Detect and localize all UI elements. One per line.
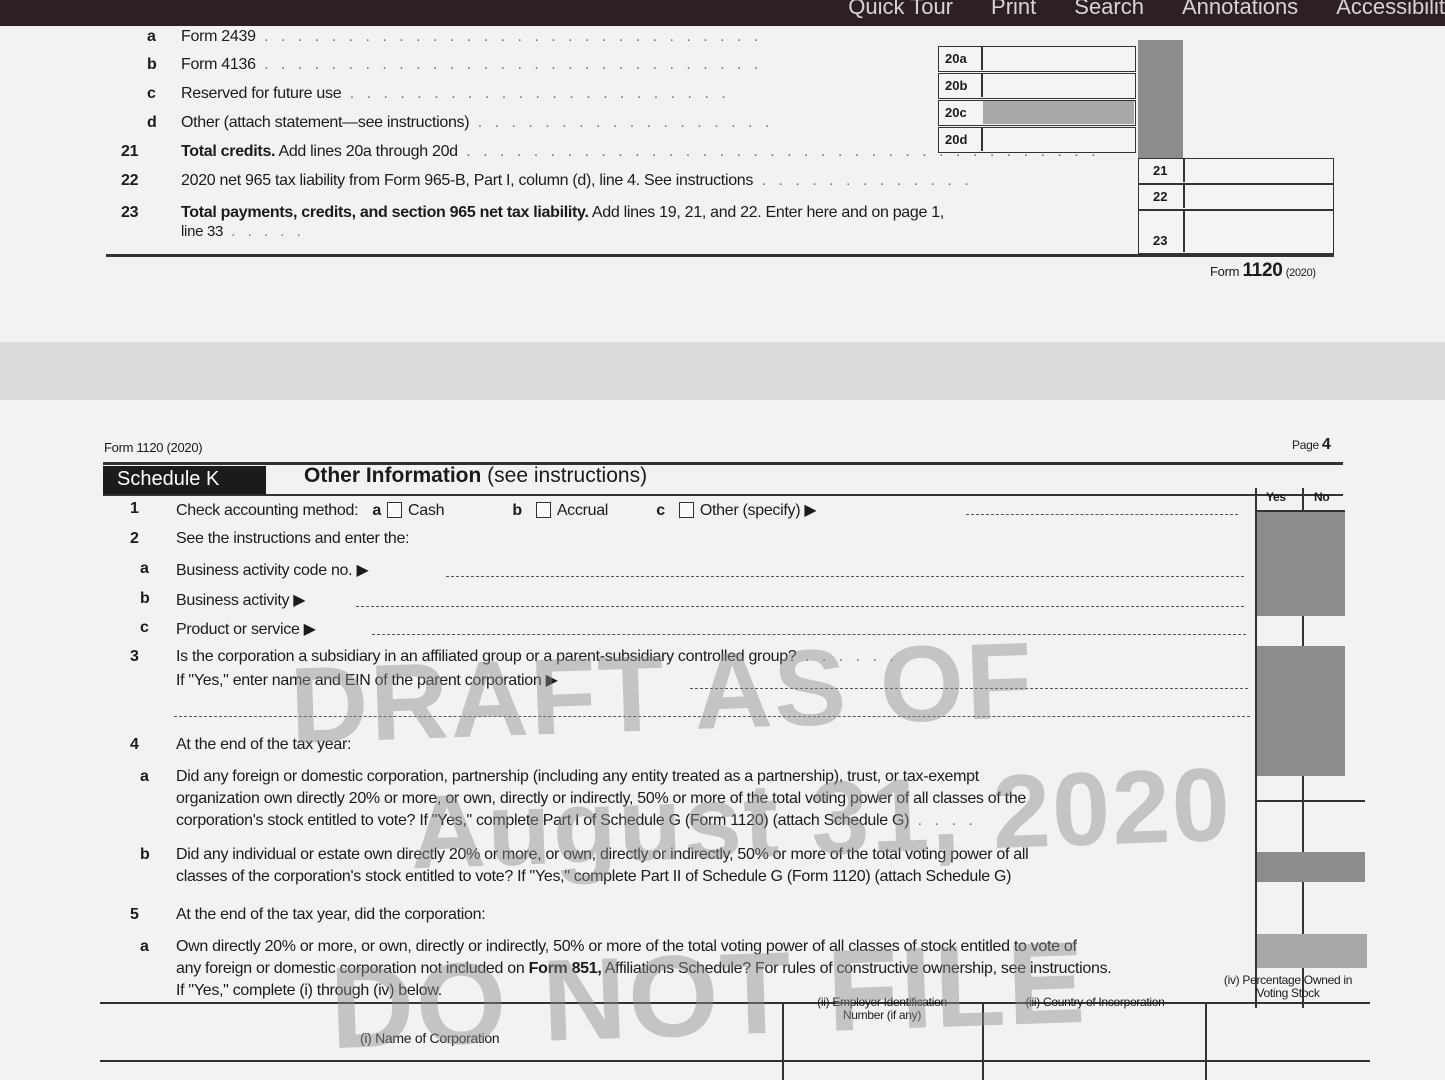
- col-name-of-corporation: (i) Name of Corporation: [360, 1030, 500, 1046]
- shaded-q4b: [1257, 852, 1365, 882]
- yes-header: Yes: [1266, 490, 1286, 504]
- business-code-field[interactable]: [446, 576, 1244, 577]
- q2c-row: c Product or service ▶: [140, 619, 316, 638]
- shaded-q1-q2: [1257, 512, 1345, 616]
- page-3-footer: Form 1120 (2020): [1210, 260, 1316, 281]
- col-percentage: (iv) Percentage Owned in Voting Stock: [1223, 973, 1353, 1000]
- q2-row: 2 See the instructions and enter the:: [130, 530, 410, 547]
- schedule-k-title: Other Information (see instructions): [304, 464, 648, 487]
- page-4-header-page: Page 4: [1292, 436, 1331, 453]
- shaded-column: [1138, 40, 1183, 158]
- box-22[interactable]: 22: [1138, 184, 1334, 210]
- viewer-toolbar: Quick Tour Print Search Annotations Acce…: [0, 0, 1445, 26]
- q4-row: 4 At the end of the tax year:: [130, 736, 352, 753]
- box-20b[interactable]: 20b: [938, 73, 1136, 99]
- product-service-field[interactable]: [372, 634, 1246, 635]
- col-employer-id: (ii) Employer Identification Number (if …: [817, 995, 947, 1022]
- box-20a[interactable]: 20a: [938, 46, 1136, 72]
- accrual-checkbox[interactable]: [535, 502, 551, 518]
- page-4: Form 1120 (2020) Page 4 Schedule K Other…: [0, 400, 1445, 1080]
- page-3-bottom: a Form 2439 . . . . . . . . . . . . . . …: [0, 26, 1445, 342]
- line-20c: c Reserved for future use . . . . . . . …: [147, 85, 730, 102]
- page-gap: [0, 342, 1445, 400]
- other-checkbox[interactable]: [678, 502, 694, 518]
- line-20d: d Other (attach statement—see instructio…: [147, 114, 774, 131]
- cash-checkbox[interactable]: [387, 502, 403, 518]
- print-button[interactable]: Print: [991, 0, 1036, 20]
- line-23: 23 Total payments, credits, and section …: [121, 204, 944, 221]
- q3-sub-row: If "Yes," enter name and EIN of the pare…: [176, 672, 558, 689]
- q1-row: 1 Check accounting method: a Cash b Accrua…: [130, 500, 817, 519]
- line-20b: b Form 4136 . . . . . . . . . . . . . . …: [147, 56, 763, 73]
- q3-row: 3 Is the corporation a subsidiary in an …: [130, 648, 898, 665]
- line-23-cont: line 33 . . . . .: [181, 223, 305, 240]
- col-country: (iii) Country of Incorporation: [1025, 995, 1165, 1009]
- line-22: 22 2020 net 965 tax liability from Form …: [121, 172, 973, 189]
- annotations-button[interactable]: Annotations: [1182, 0, 1298, 20]
- q4b-row: b Did any individual or estate own direc…: [140, 846, 1029, 863]
- schedule-k-label: Schedule K: [103, 466, 266, 494]
- schedule-title-rule: [103, 494, 1343, 496]
- parent-corp-field-2[interactable]: [174, 716, 1250, 717]
- parent-corp-field-1[interactable]: [690, 688, 1248, 689]
- header-rule: [103, 462, 1343, 465]
- other-specify-field[interactable]: [966, 514, 1238, 515]
- box-20d[interactable]: 20d: [938, 127, 1136, 153]
- q4a-row: a Did any foreign or domestic corporatio…: [140, 768, 979, 785]
- q2a-row: a Business activity code no. ▶: [140, 560, 369, 579]
- box-23[interactable]: 23: [1138, 210, 1334, 254]
- page-4-header-form: Form 1120 (2020): [104, 440, 203, 455]
- quick-tour-button[interactable]: Quick Tour: [848, 0, 953, 20]
- business-activity-field[interactable]: [356, 606, 1244, 607]
- search-button[interactable]: Search: [1074, 0, 1144, 20]
- draft-watermark-1: DRAFT AS OF: [288, 619, 1036, 766]
- q5-row: 5 At the end of the tax year, did the co…: [130, 906, 486, 923]
- box-20c: 20c: [938, 100, 1136, 126]
- accessibility-button[interactable]: Accessibilit: [1336, 0, 1445, 20]
- shaded-q3-q4: [1257, 646, 1345, 776]
- shaded-q5: [1257, 934, 1367, 968]
- box-21[interactable]: 21: [1138, 158, 1334, 184]
- line-20a: a Form 2439 . . . . . . . . . . . . . . …: [147, 28, 763, 45]
- q5a-row: a Own directly 20% or more, or own, dire…: [140, 938, 1077, 955]
- q2b-row: b Business activity ▶: [140, 590, 306, 609]
- page-3-bottom-rule: [106, 254, 1334, 257]
- no-header: No: [1314, 490, 1330, 504]
